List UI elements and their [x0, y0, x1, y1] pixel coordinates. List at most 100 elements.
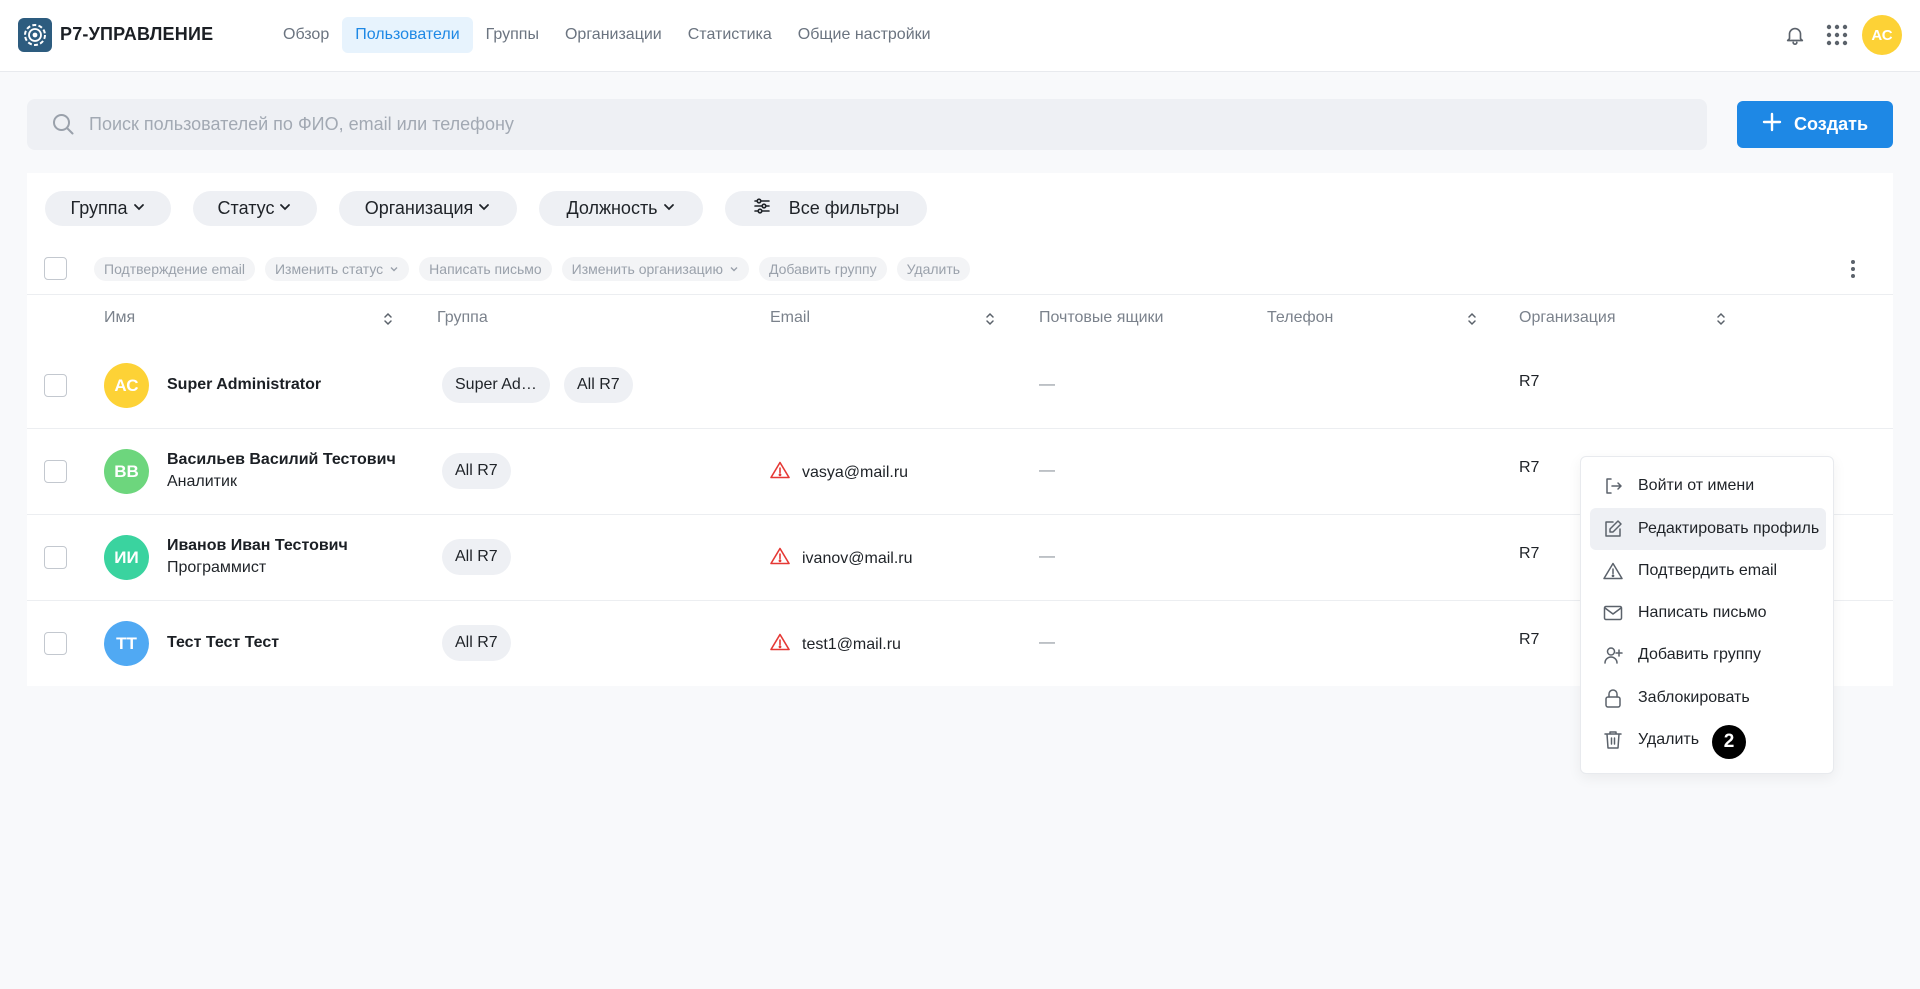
- menu-item-write-letter[interactable]: Написать письмо: [1590, 592, 1826, 634]
- login-as-icon: [1602, 475, 1624, 497]
- search-bar: [27, 99, 1707, 150]
- column-header-organization[interactable]: Организация: [1519, 309, 1616, 327]
- table-row[interactable]: АС Super Administrator Super Ad… All R7 …: [27, 343, 1893, 429]
- menu-item-delete[interactable]: Удалить: [1590, 719, 1826, 761]
- avatar: ТТ: [104, 621, 149, 666]
- filter-all-label: Все фильтры: [788, 198, 900, 218]
- user-name[interactable]: Иванов Иван Тестович: [167, 537, 348, 555]
- filter-organization[interactable]: Организация: [339, 191, 517, 226]
- filter-status[interactable]: Статус: [193, 191, 317, 226]
- bulk-write-letter[interactable]: Написать письмо: [419, 257, 552, 281]
- menu-item-edit-profile[interactable]: Редактировать профиль: [1590, 508, 1826, 550]
- bulk-add-group[interactable]: Добавить группу: [758, 257, 887, 281]
- column-header-name[interactable]: Имя: [104, 309, 135, 327]
- avatar: ВВ: [104, 449, 149, 494]
- menu-item-label: Добавить группу: [1638, 646, 1762, 663]
- row-checkbox[interactable]: [44, 632, 67, 655]
- filter-all[interactable]: Все фильтры: [725, 191, 927, 226]
- group-tag[interactable]: All R7: [442, 625, 511, 661]
- email-cell: ivanov@mail.ru: [770, 547, 913, 570]
- sort-icon[interactable]: [1715, 311, 1727, 332]
- create-button-label: Создать: [1793, 114, 1869, 134]
- email-value[interactable]: test1@mail.ru: [802, 636, 901, 654]
- warning-icon: [770, 633, 790, 656]
- bulk-actions-bar: Подтверждение email Изменить статус Напи…: [27, 243, 1893, 295]
- nav-item-organizations[interactable]: Организации: [552, 17, 675, 53]
- menu-item-label: Написать письмо: [1638, 604, 1767, 621]
- apps-grid-icon[interactable]: [1822, 20, 1852, 50]
- group-tag[interactable]: All R7: [442, 539, 511, 575]
- group-tag[interactable]: All R7: [442, 453, 511, 489]
- filter-position[interactable]: Должность: [539, 191, 703, 226]
- mailboxes-value: —: [1039, 548, 1055, 565]
- user-position: Программист: [167, 559, 267, 576]
- warning-icon: [770, 461, 790, 484]
- menu-item-add-group[interactable]: Добавить группу: [1590, 634, 1826, 676]
- mail-icon: [1602, 602, 1624, 624]
- more-options-icon[interactable]: [1843, 257, 1863, 281]
- menu-item-label: Удалить: [1638, 731, 1700, 748]
- nav-item-groups[interactable]: Группы: [473, 17, 552, 53]
- nav-item-settings[interactable]: Общие настройки: [785, 17, 944, 53]
- group-tag[interactable]: All R7: [564, 367, 633, 403]
- bulk-change-org[interactable]: Изменить организацию: [561, 257, 749, 281]
- row-checkbox[interactable]: [44, 546, 67, 569]
- search-input[interactable]: [89, 99, 1689, 150]
- bell-icon[interactable]: [1780, 20, 1810, 50]
- filter-group-label: Группа: [70, 198, 128, 218]
- menu-item-label: Заблокировать: [1638, 689, 1750, 706]
- email-value[interactable]: ivanov@mail.ru: [802, 550, 913, 568]
- nav-item-overview[interactable]: Обзор: [270, 17, 342, 53]
- group-tag[interactable]: Super Ad…: [442, 367, 550, 403]
- column-header-phone[interactable]: Телефон: [1267, 309, 1333, 327]
- select-all-checkbox[interactable]: [44, 257, 67, 280]
- column-header-email[interactable]: Email: [770, 309, 810, 327]
- create-button[interactable]: Создать: [1737, 101, 1893, 148]
- main-nav: Обзор Пользователи Группы Организации Ст…: [270, 17, 944, 53]
- menu-item-confirm-email[interactable]: Подтвердить email: [1590, 550, 1826, 592]
- column-header-mailboxes: Почтовые ящики: [1039, 309, 1164, 326]
- row-checkbox[interactable]: [44, 374, 67, 397]
- email-cell: test1@mail.ru: [770, 633, 901, 656]
- nav-item-users[interactable]: Пользователи: [342, 17, 473, 53]
- filter-bar: Группа Статус Организация Должность Все …: [45, 191, 949, 226]
- trash-icon: [1602, 729, 1624, 751]
- user-name[interactable]: Тест Тест Тест: [167, 634, 279, 652]
- user-name[interactable]: Super Administrator: [167, 376, 321, 394]
- chevron-down-icon: [389, 261, 399, 277]
- gear-logo-icon: [24, 24, 46, 46]
- organization-value: R7: [1519, 631, 1540, 648]
- mailboxes-value: —: [1039, 634, 1055, 651]
- menu-item-block[interactable]: Заблокировать: [1590, 677, 1826, 719]
- sort-icon[interactable]: [1466, 311, 1478, 332]
- row-checkbox[interactable]: [44, 460, 67, 483]
- user-name[interactable]: Васильев Василий Тестович: [167, 451, 396, 469]
- menu-item-label: Редактировать профиль: [1638, 520, 1820, 537]
- chevron-down-icon: [278, 198, 292, 219]
- email-value[interactable]: vasya@mail.ru: [802, 464, 908, 482]
- nav-item-statistics[interactable]: Статистика: [675, 17, 785, 53]
- edit-icon: [1602, 518, 1624, 540]
- mailboxes-value: —: [1039, 462, 1055, 479]
- chevron-down-icon: [477, 198, 491, 219]
- bulk-change-status-label: Изменить статус: [274, 261, 384, 277]
- lock-icon: [1602, 687, 1624, 709]
- bulk-change-org-label: Изменить организацию: [571, 261, 723, 277]
- sort-icon[interactable]: [382, 311, 394, 332]
- chevron-down-icon: [729, 261, 739, 277]
- bulk-delete[interactable]: Удалить: [896, 257, 971, 281]
- bulk-confirm-email[interactable]: Подтверждение email: [94, 257, 255, 281]
- sort-icon[interactable]: [984, 311, 996, 332]
- chevron-down-icon: [662, 198, 676, 219]
- avatar: ИИ: [104, 535, 149, 580]
- filter-status-label: Статус: [217, 198, 275, 218]
- mailboxes-value: —: [1039, 376, 1055, 393]
- bulk-change-status[interactable]: Изменить статус: [264, 257, 410, 281]
- filter-group[interactable]: Группа: [45, 191, 171, 226]
- row-context-menu: Войти от имени Редактировать профиль Под…: [1580, 456, 1834, 774]
- avatar: АС: [104, 363, 149, 408]
- menu-item-login-as[interactable]: Войти от имени: [1590, 465, 1826, 507]
- step-badge: 2: [1712, 725, 1746, 759]
- user-avatar[interactable]: АС: [1862, 15, 1902, 55]
- app-logo[interactable]: [18, 18, 52, 52]
